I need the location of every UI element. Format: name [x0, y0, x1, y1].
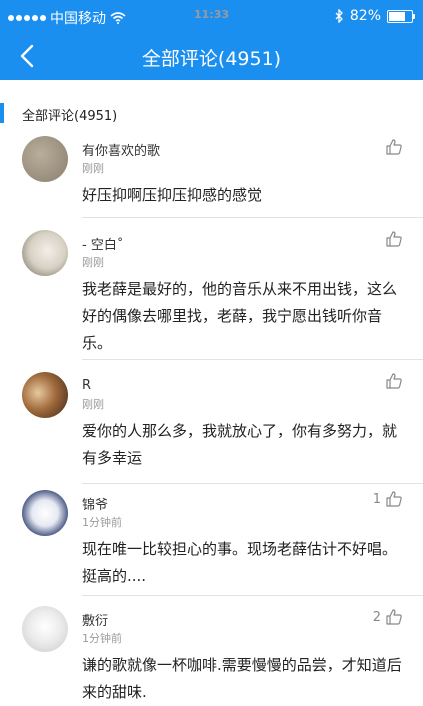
comment-text: 我老薛是最好的，他的音乐从来不用出钱，这么好的偶像去哪里找，老薛，我宁愿出钱听你… — [82, 280, 398, 352]
battery-fill — [389, 11, 406, 21]
comment-username[interactable]: 敷衍 — [82, 610, 108, 629]
avatar[interactable] — [22, 606, 68, 652]
comment-username[interactable]: 锦爷 — [82, 494, 108, 513]
avatar[interactable] — [22, 136, 68, 182]
status-bar: 中国移动 11:33 82% — [0, 0, 423, 32]
avatar[interactable] — [22, 230, 68, 276]
section-accent-bar — [0, 103, 4, 123]
battery-percent: 82% — [349, 8, 381, 24]
comment-time: 刚刚 — [82, 162, 104, 175]
comment-text: 好压抑啊压抑压抑感的感觉 — [82, 186, 263, 204]
like-button[interactable] — [381, 230, 403, 248]
thumbs-up-icon — [386, 373, 402, 389]
like-button[interactable] — [381, 138, 403, 156]
comment-item[interactable]: 有你喜欢的歌 刚刚 好压抑啊压抑压抑感的感觉 — [0, 132, 423, 218]
thumbs-up-icon — [386, 609, 402, 625]
like-button[interactable]: 2 — [373, 608, 403, 626]
like-button[interactable]: 1 — [373, 490, 403, 508]
bluetooth-icon — [335, 9, 343, 23]
battery-icon — [387, 9, 415, 23]
comment-username[interactable]: - 空白˚ — [82, 234, 123, 253]
avatar[interactable] — [22, 490, 68, 536]
comment-item[interactable]: R 刚刚 爱你的人那么多，我就放心了，你有多努力，就有多幸运 — [0, 360, 423, 484]
nav-bar: 全部评论(4951) — [0, 32, 423, 80]
section-title: 全部评论(4951) — [22, 109, 118, 124]
status-right: 82% — [335, 8, 415, 24]
comment-time: 刚刚 — [82, 398, 104, 411]
comment-text: 爱你的人那么多，我就放心了，你有多努力，就有多幸运 — [82, 422, 398, 467]
like-count: 1 — [372, 491, 381, 507]
thumbs-up-icon — [386, 231, 402, 247]
comment-time: 1分钟前 — [82, 516, 122, 529]
comment-item[interactable]: - 空白˚ 刚刚 我老薛是最好的，他的音乐从来不用出钱，这么好的偶像去哪里找，老… — [0, 218, 423, 360]
comment-item[interactable]: 锦爷 1分钟前 1 现在唯一比较担心的事。现场老薛估计不好唱。挺高的.... — [0, 484, 423, 596]
like-count: 2 — [372, 609, 381, 625]
comment-item[interactable]: 敷衍 1分钟前 2 谦的歌就像一杯咖啡.需要慢慢的品尝，才知道后来的甜味. — [0, 596, 423, 702]
page-title: 全部评论(4951) — [141, 48, 282, 70]
comment-username[interactable]: R — [82, 378, 91, 393]
comment-text: 谦的歌就像一杯咖啡.需要慢慢的品尝，才知道后来的甜味. — [82, 656, 402, 701]
thumbs-up-icon — [386, 139, 402, 155]
comment-username[interactable]: 有你喜欢的歌 — [82, 140, 160, 159]
avatar[interactable] — [22, 372, 68, 418]
comment-time: 1分钟前 — [82, 632, 122, 645]
comment-text: 现在唯一比较担心的事。现场老薛估计不好唱。挺高的.... — [82, 540, 398, 585]
thumbs-up-icon — [386, 491, 402, 507]
section-header: 全部评论(4951) — [0, 100, 423, 128]
like-button[interactable] — [381, 372, 403, 390]
comment-time: 刚刚 — [82, 256, 104, 269]
